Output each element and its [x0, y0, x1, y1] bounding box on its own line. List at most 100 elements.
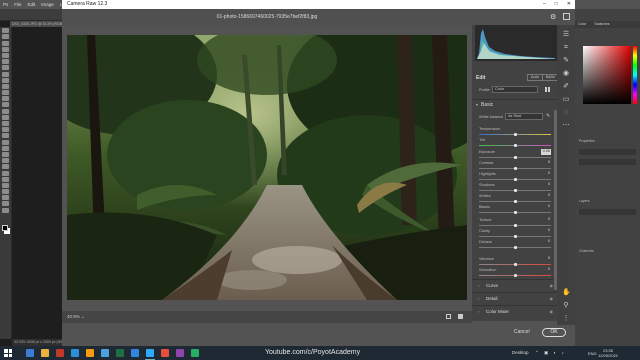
- photoshop-tool-icon[interactable]: [2, 145, 9, 151]
- photoshop-tool-icon[interactable]: [2, 71, 9, 77]
- photoshop-tool-icon[interactable]: [2, 133, 9, 139]
- photoshop-tool-icon[interactable]: [2, 182, 9, 188]
- cancel-button[interactable]: Cancel: [514, 329, 530, 335]
- edit-sliders-icon[interactable]: ☰: [562, 31, 570, 39]
- photoshop-tool-icon[interactable]: [2, 65, 9, 71]
- toggle-grid-icon[interactable]: ⋮: [562, 315, 570, 323]
- presets-icon[interactable]: ⋯: [562, 122, 570, 130]
- photoshop-tool-icon[interactable]: [2, 102, 9, 108]
- photoshop-tool-icon[interactable]: [2, 151, 9, 157]
- photoshop-tool-icon[interactable]: [2, 34, 9, 40]
- photoshop-tool-icon[interactable]: [2, 28, 9, 34]
- detail-section-header[interactable]: › Detail ◉: [472, 292, 557, 304]
- menu-image[interactable]: Image: [41, 2, 54, 7]
- red-eye-icon[interactable]: ◉: [562, 70, 570, 78]
- slider-value-field[interactable]: 0.00: [541, 149, 551, 155]
- white-balance-select[interactable]: As Shot: [505, 113, 543, 120]
- tab-color[interactable]: Color: [578, 21, 586, 28]
- photoshop-tool-icon[interactable]: [2, 46, 9, 52]
- slider-value-field[interactable]: 0: [541, 160, 551, 166]
- photoshop-tool-icon[interactable]: [2, 139, 9, 145]
- slider-handle[interactable]: [513, 155, 517, 159]
- slider-blacks[interactable]: Blacks 0: [479, 204, 551, 217]
- photoshop-tool-icon[interactable]: [2, 121, 9, 126]
- slider-value-field[interactable]: 0: [541, 256, 551, 262]
- maximize-button[interactable]: □: [555, 1, 558, 7]
- before-after-toggle-icon[interactable]: [446, 314, 451, 319]
- slider-value-field[interactable]: 0: [541, 182, 551, 188]
- adjustment-brush-icon[interactable]: ✐: [562, 83, 570, 91]
- clock[interactable]: 23:35 12/05/2021: [598, 348, 618, 358]
- windows-start-icon[interactable]: [4, 349, 12, 357]
- photoshop-document-tab[interactable]: DSC_6100.JPG @ 33.3% (RGB/8): [10, 21, 65, 27]
- spot-removal-icon[interactable]: ✎: [562, 57, 570, 65]
- gear-icon[interactable]: ⚙: [550, 13, 556, 21]
- taskbar-app-icon[interactable]: [145, 349, 155, 360]
- slider-dehaze[interactable]: Dehaze 0: [479, 239, 551, 252]
- slider-handle[interactable]: [513, 234, 517, 238]
- profile-select[interactable]: Color: [492, 86, 538, 93]
- slider-handle[interactable]: [513, 199, 517, 203]
- taskbar-app-icon[interactable]: [176, 349, 184, 357]
- eye-icon[interactable]: ◉: [550, 309, 554, 314]
- slider-value-field[interactable]: 0: [541, 193, 551, 199]
- taskbar-app-icon[interactable]: [86, 349, 94, 357]
- slider-handle[interactable]: [513, 177, 517, 181]
- eye-icon[interactable]: ◉: [550, 283, 554, 288]
- graduated-filter-icon[interactable]: ▭: [562, 96, 570, 104]
- photoshop-tool-icon[interactable]: [2, 164, 9, 170]
- zoom-level-select[interactable]: 40.9% ⌄: [67, 314, 85, 320]
- photoshop-tool-icon[interactable]: [2, 127, 9, 133]
- taskbar-app-icon[interactable]: [56, 349, 64, 357]
- fullscreen-icon[interactable]: [563, 13, 570, 20]
- slider-handle[interactable]: [513, 273, 517, 277]
- photoshop-tool-icon[interactable]: [2, 96, 9, 102]
- slider-handle[interactable]: [513, 245, 517, 249]
- photoshop-tool-icon[interactable]: [2, 52, 9, 58]
- color-picker-field[interactable]: [583, 46, 631, 104]
- auto-button[interactable]: Auto: [527, 74, 543, 81]
- photoshop-tool-icon[interactable]: [2, 170, 9, 176]
- slider-value-field[interactable]: 0: [541, 267, 551, 273]
- photoshop-tool-icon[interactable]: [2, 77, 9, 83]
- slider-handle[interactable]: [513, 188, 517, 192]
- menu-file[interactable]: File: [14, 2, 21, 7]
- slider-handle[interactable]: [513, 166, 517, 170]
- taskbar-app-icon[interactable]: [26, 349, 34, 357]
- photoshop-tool-icon[interactable]: [2, 83, 9, 89]
- photoshop-tool-icon[interactable]: [2, 189, 9, 195]
- ok-button[interactable]: OK: [542, 328, 566, 337]
- taskbar-app-icon[interactable]: [41, 349, 49, 357]
- eye-icon[interactable]: ◉: [550, 296, 554, 301]
- taskbar-app-icon[interactable]: [116, 349, 124, 357]
- slider-handle[interactable]: [513, 223, 517, 227]
- foreground-color-swatch[interactable]: [2, 225, 8, 231]
- photo-preview[interactable]: [67, 35, 467, 300]
- photoshop-tool-icon[interactable]: [2, 158, 9, 164]
- input-language[interactable]: ENG: [588, 351, 597, 356]
- slider-value-field[interactable]: 0: [541, 239, 551, 245]
- photoshop-tool-icon[interactable]: [2, 40, 9, 46]
- curve-section-header[interactable]: › Curve ◉: [472, 279, 557, 291]
- tab-swatches[interactable]: Swatches: [594, 21, 609, 28]
- taskbar-app-icon[interactable]: [191, 349, 199, 357]
- basic-section-header[interactable]: ▾ Basic: [476, 102, 493, 108]
- layer-row[interactable]: [579, 209, 636, 215]
- close-button[interactable]: ✕: [567, 1, 571, 7]
- slider-value-field[interactable]: [541, 137, 551, 143]
- profile-browser-icon[interactable]: [545, 87, 550, 92]
- crop-icon[interactable]: ⌗: [562, 44, 570, 52]
- photoshop-tool-icon[interactable]: [2, 207, 9, 213]
- slider-value-field[interactable]: 0: [541, 228, 551, 234]
- system-tray-icons[interactable]: ⌃ ▣ ◐ ♪: [535, 350, 566, 356]
- zoom-icon[interactable]: ⚲: [562, 302, 570, 310]
- slider-handle[interactable]: [513, 132, 517, 136]
- photoshop-tool-icon[interactable]: [2, 108, 9, 114]
- color-mixer-section-header[interactable]: › Color Mixer ◉: [472, 305, 557, 317]
- slider-handle[interactable]: [513, 210, 517, 214]
- taskbar-app-icon[interactable]: [101, 349, 109, 357]
- minimize-button[interactable]: –: [543, 1, 546, 7]
- hue-slider[interactable]: [633, 46, 637, 104]
- slider-handle[interactable]: [513, 143, 517, 147]
- slider-value-field[interactable]: 0: [541, 217, 551, 223]
